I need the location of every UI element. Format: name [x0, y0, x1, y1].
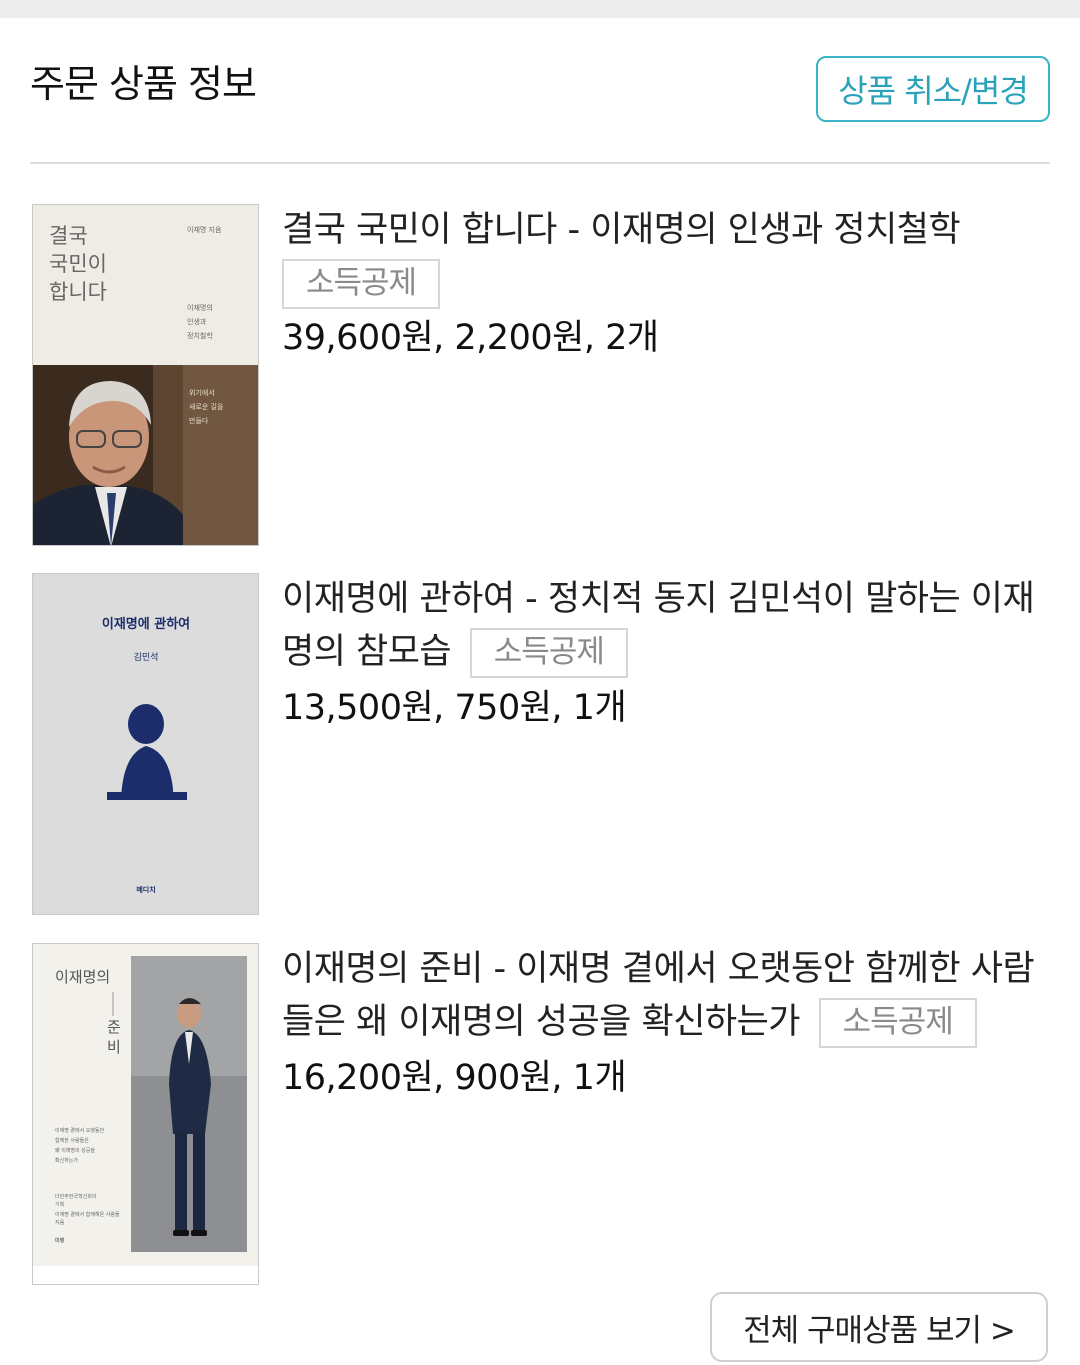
- order-item[interactable]: 결국 국민이 합니다 이재명 지음 이재명의 인생과 정치철학 위기에서 새로운…: [32, 204, 1050, 546]
- svg-text:준: 준: [107, 1018, 121, 1036]
- income-deduction-badge: 소득공제: [282, 259, 441, 309]
- order-item[interactable]: 이재명의 준 비 이재명 곁에서 오랫동안 함께한 사람들은 왜 이재명의 성공…: [32, 943, 1050, 1285]
- cover-title: 이재명에 관하여: [102, 616, 190, 632]
- book-title[interactable]: 결국 국민이 합니다 - 이재명의 인생과 정치철학: [282, 204, 1052, 257]
- book-title[interactable]: 이재명의 준비 - 이재명 곁에서 오랫동안 함께한 사람들은 왜 이재명의 성…: [282, 943, 1052, 1049]
- income-deduction-badge: 소득공제: [818, 998, 977, 1048]
- svg-text:만들다: 만들다: [189, 416, 209, 425]
- svg-text:더민주전국혁신회의: 더민주전국혁신회의: [55, 1193, 96, 1200]
- book-cover-image[interactable]: 이재명의 준 비 이재명 곁에서 오랫동안 함께한 사람들은 왜 이재명의 성공…: [32, 943, 259, 1285]
- top-gray-strip: [0, 0, 1080, 18]
- svg-text:이재명 곁에서 함께해온 사람들: 이재명 곁에서 함께해온 사람들: [55, 1211, 120, 1218]
- income-deduction-badge: 소득공제: [469, 628, 628, 678]
- book-cover-image[interactable]: 결국 국민이 합니다 이재명 지음 이재명의 인생과 정치철학 위기에서 새로운…: [32, 204, 259, 546]
- section-title: 주문 상품 정보: [30, 62, 257, 106]
- price-line: 13,500원, 750원, 1개: [282, 688, 627, 728]
- item-info: 결국 국민이 합니다 - 이재명의 인생과 정치철학 소득공제 39,600원,…: [282, 204, 1052, 363]
- cover-publisher: 메디치: [136, 885, 155, 894]
- section-header: 주문 상품 정보 상품 취소/변경: [30, 56, 1050, 122]
- item-info: 이재명에 관하여 - 정치적 동지 김민석이 말하는 이재명의 참모습 소득공제…: [282, 573, 1052, 733]
- book-cover-image[interactable]: 이재명에 관하여 김민석 메디치: [32, 573, 259, 915]
- svg-text:왜 이재명의 성공을: 왜 이재명의 성공을: [55, 1147, 95, 1154]
- price-line: 16,200원, 900원, 1개: [282, 1058, 627, 1098]
- svg-text:위기에서: 위기에서: [189, 388, 215, 397]
- cover-author: 김민석: [134, 651, 159, 663]
- svg-text:새로운 길을: 새로운 길을: [189, 402, 224, 411]
- order-item[interactable]: 이재명에 관하여 김민석 메디치 이재명에 관하여 - 정치적 동지 김민석이 …: [32, 573, 1050, 915]
- item-info: 이재명의 준비 - 이재명 곁에서 오랫동안 함께한 사람들은 왜 이재명의 성…: [282, 943, 1052, 1103]
- svg-text:정치철학: 정치철학: [187, 331, 213, 340]
- svg-text:지음: 지음: [55, 1219, 65, 1226]
- svg-text:비: 비: [107, 1038, 121, 1056]
- svg-text:함께한 사람들은: 함께한 사람들은: [55, 1137, 89, 1144]
- svg-text:기획: 기획: [55, 1201, 64, 1208]
- cancel-change-button[interactable]: 상품 취소/변경: [816, 56, 1050, 122]
- view-all-purchases-button[interactable]: 전체 구매상품 보기 >: [710, 1292, 1048, 1362]
- price-line: 39,600원, 2,200원, 2개: [282, 318, 659, 358]
- cover-title-line: 국민이: [49, 252, 107, 276]
- svg-text:이재명의: 이재명의: [187, 303, 213, 312]
- svg-text:인생과: 인생과: [187, 317, 207, 326]
- svg-text:이재명 곁에서 오랫동안: 이재명 곁에서 오랫동안: [55, 1127, 105, 1134]
- cover-title-line: 결국: [49, 224, 88, 248]
- cover-title: 이재명의: [55, 968, 110, 986]
- cover-title-line: 합니다: [49, 280, 107, 304]
- book-title[interactable]: 이재명에 관하여 - 정치적 동지 김민석이 말하는 이재명의 참모습 소득공제: [282, 573, 1052, 679]
- cover-author: 이재명 지음: [187, 225, 222, 234]
- svg-text:확신하는가: 확신하는가: [55, 1157, 78, 1164]
- svg-text:미렝: 미렝: [55, 1237, 65, 1244]
- header-divider: [30, 162, 1050, 164]
